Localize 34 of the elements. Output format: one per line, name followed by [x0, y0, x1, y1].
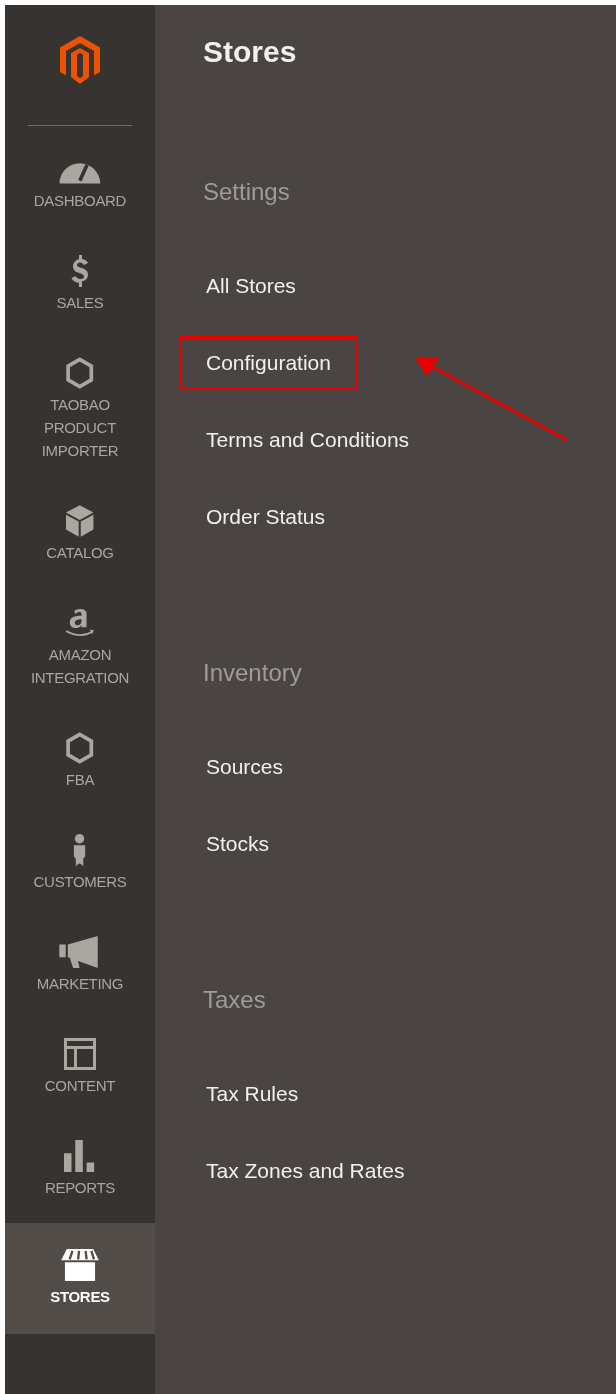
nav-item[interactable]: MARKETING — [5, 917, 155, 1019]
panel-title: Stores — [203, 34, 298, 70]
hexagon-icon — [66, 732, 94, 764]
hexagon-icon — [66, 357, 94, 389]
nav-item[interactable]: CONTENT — [5, 1019, 155, 1121]
amazon-icon — [64, 607, 96, 639]
nav-item[interactable]: CATALOG — [5, 486, 155, 588]
nav-item[interactable]: SALES — [5, 236, 155, 338]
nav-item[interactable]: STORES — [5, 1223, 155, 1334]
menu-link[interactable]: Order Status — [179, 489, 353, 544]
layout-icon — [64, 1038, 96, 1070]
nav-item[interactable]: REPORTS — [5, 1121, 155, 1223]
menu-link[interactable]: Stocks — [179, 816, 297, 871]
menu-link[interactable]: Tax Zones and Rates — [179, 1143, 432, 1198]
box-icon — [66, 505, 94, 537]
bar-chart-icon — [64, 1140, 96, 1172]
menu-link[interactable]: Tax Rules — [179, 1066, 326, 1121]
section-heading: Taxes — [203, 985, 267, 1015]
menu-link[interactable]: Terms and Conditions — [179, 412, 437, 467]
nav-item[interactable]: TAOBAO PRODUCT IMPORTER — [5, 338, 155, 486]
store-icon — [61, 1249, 99, 1281]
menu-link[interactable]: Configuration — [179, 335, 358, 390]
logo-icon[interactable] — [60, 36, 100, 84]
nav-item[interactable]: AMAZON INTEGRATION — [5, 588, 155, 713]
nav-item[interactable]: CUSTOMERS — [5, 815, 155, 917]
section-heading: Settings — [203, 177, 291, 207]
section-heading: Inventory — [203, 658, 303, 688]
megaphone-icon — [59, 936, 101, 968]
person-icon — [72, 834, 88, 866]
menu-link[interactable]: All Stores — [179, 258, 323, 313]
nav-item[interactable]: DASHBOARD — [5, 134, 155, 236]
nav-item[interactable]: FBA — [5, 713, 155, 815]
menu-link[interactable]: Sources — [179, 739, 311, 794]
dollar-icon — [70, 255, 90, 287]
